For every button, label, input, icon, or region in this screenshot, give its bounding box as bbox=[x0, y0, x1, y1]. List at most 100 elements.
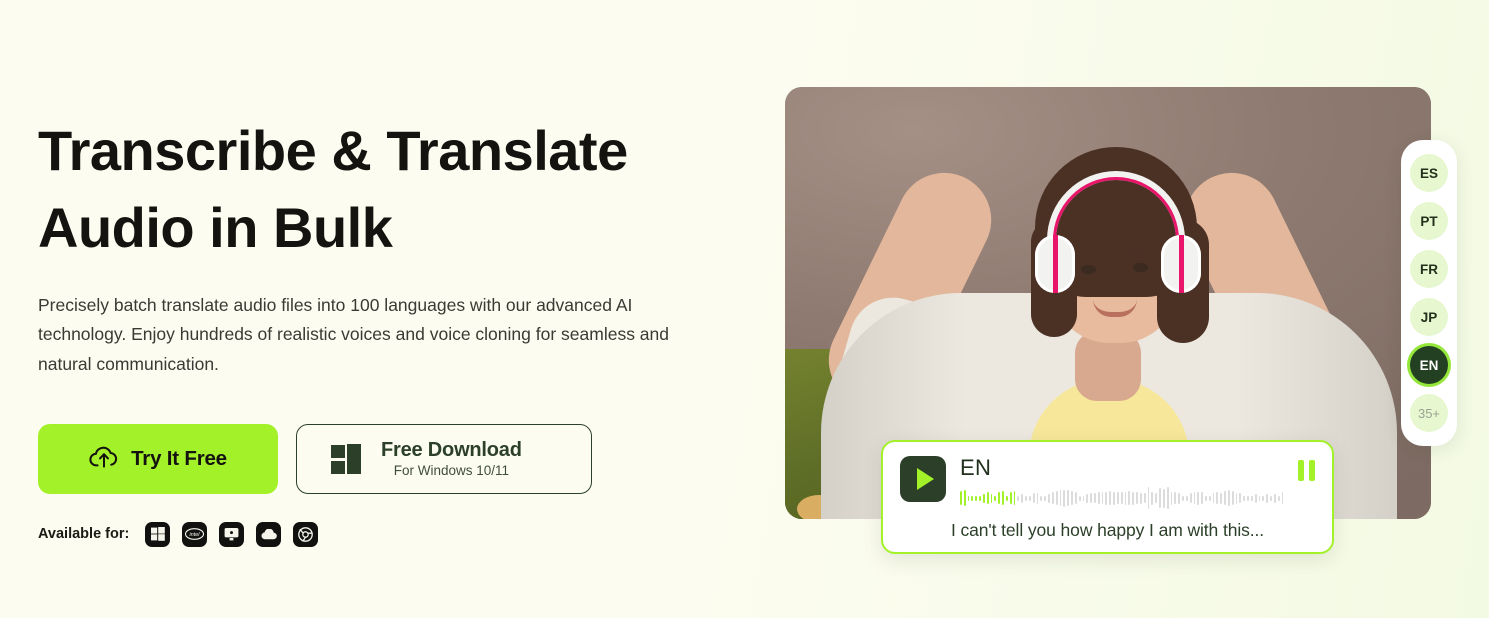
waveform-bar bbox=[1067, 490, 1070, 507]
waveform-bar bbox=[1235, 492, 1238, 504]
language-selector-panel: ES PT FR JP EN 35+ bbox=[1401, 140, 1457, 446]
free-download-sublabel: For Windows 10/11 bbox=[393, 463, 510, 479]
waveform-bar bbox=[1174, 492, 1177, 505]
waveform-bar bbox=[1250, 495, 1253, 501]
waveform-bar bbox=[1170, 491, 1173, 505]
waveform-bar bbox=[1040, 495, 1043, 501]
waveform-bar bbox=[1243, 495, 1246, 501]
waveform-bar bbox=[1151, 491, 1154, 505]
waveform-bar bbox=[1270, 495, 1272, 501]
try-it-free-button[interactable]: Try It Free bbox=[38, 423, 278, 494]
audio-player-card: EN I can't tell you how happy I am with … bbox=[881, 440, 1334, 554]
waveform-bar bbox=[1082, 495, 1085, 501]
waveform-bar bbox=[1090, 493, 1092, 504]
waveform-bar bbox=[975, 495, 978, 501]
waveform-bar bbox=[1009, 492, 1012, 505]
waveform-bar bbox=[1136, 492, 1138, 505]
player-top-row: EN bbox=[900, 455, 1315, 510]
page-title: Transcribe & Translate Audio in Bulk bbox=[38, 112, 738, 267]
waveform-bar bbox=[1220, 492, 1223, 504]
waveform-bar bbox=[982, 493, 985, 503]
waveform-bar bbox=[1120, 492, 1123, 505]
waveform-bar bbox=[1281, 492, 1284, 505]
waveform-bar bbox=[1258, 495, 1261, 501]
waveform-bar bbox=[1025, 495, 1027, 501]
waveform-bar bbox=[1155, 493, 1158, 504]
language-chip-es[interactable]: ES bbox=[1410, 154, 1448, 192]
waveform-bar bbox=[1105, 491, 1108, 505]
waveform-bar bbox=[1101, 492, 1104, 505]
intel-icon[interactable]: intel bbox=[182, 521, 208, 547]
waveform-bar bbox=[1124, 491, 1127, 505]
language-chip-fr[interactable]: FR bbox=[1410, 250, 1448, 288]
waveform-bar bbox=[1021, 493, 1024, 503]
waveform-bar bbox=[1193, 492, 1196, 505]
player-language-label: EN bbox=[960, 455, 992, 480]
waveform-bar bbox=[1005, 495, 1008, 501]
waveform-bar bbox=[1044, 495, 1047, 501]
waveform-bar bbox=[990, 493, 993, 503]
chrome-icon[interactable] bbox=[293, 521, 319, 547]
waveform-bar bbox=[1097, 492, 1100, 505]
waveform-bar bbox=[1227, 490, 1230, 507]
svg-text:intel: intel bbox=[190, 532, 201, 538]
waveform-bar bbox=[1239, 493, 1242, 504]
free-download-label: Free Download bbox=[381, 439, 522, 462]
waveform-bar bbox=[1028, 495, 1031, 501]
waveform-bar bbox=[1109, 491, 1112, 506]
waveform-bar bbox=[1216, 492, 1219, 505]
waveform-bar bbox=[1063, 489, 1066, 507]
waveform-bar bbox=[1224, 491, 1226, 506]
free-download-button[interactable]: Free Download For Windows 10/11 bbox=[296, 423, 592, 494]
waveform-bar bbox=[1201, 492, 1203, 505]
waveform-bar bbox=[1178, 492, 1181, 504]
waveform-bar bbox=[1128, 491, 1131, 506]
player-main: EN bbox=[960, 455, 1284, 510]
pause-button[interactable] bbox=[1298, 460, 1315, 481]
waveform-bar bbox=[1036, 492, 1039, 504]
pause-icon-bar-left bbox=[1298, 460, 1304, 481]
hero-text-column: Transcribe & Translate Audio in Bulk Pre… bbox=[38, 112, 738, 547]
language-chip-en[interactable]: EN bbox=[1410, 346, 1448, 384]
waveform-bar bbox=[1113, 491, 1115, 505]
monitor-icon[interactable] bbox=[219, 521, 245, 547]
waveform-bar bbox=[1162, 488, 1165, 508]
language-chip-35plus[interactable]: 35+ bbox=[1410, 394, 1448, 432]
waveform-bar bbox=[963, 490, 966, 507]
waveform-bar bbox=[1139, 492, 1142, 504]
waveform-bar bbox=[967, 495, 970, 501]
play-button[interactable] bbox=[900, 456, 946, 502]
headline-line-1: Transcribe & Translate bbox=[38, 119, 628, 182]
waveform[interactable] bbox=[960, 487, 1284, 510]
waveform-bar bbox=[1147, 487, 1150, 510]
waveform-bar bbox=[1212, 493, 1215, 504]
waveform-bar bbox=[1182, 495, 1184, 501]
waveform-bar bbox=[1254, 493, 1257, 503]
waveform-bar bbox=[979, 495, 981, 501]
waveform-bar bbox=[1071, 491, 1073, 506]
hero-subtext: Precisely batch translate audio files in… bbox=[38, 294, 669, 375]
waveform-bar bbox=[1051, 492, 1054, 505]
cloud-icon[interactable] bbox=[256, 521, 282, 547]
language-chip-pt[interactable]: PT bbox=[1410, 202, 1448, 240]
waveform-bar bbox=[1086, 493, 1089, 503]
waveform-bar bbox=[1205, 495, 1207, 501]
waveform-bar bbox=[1197, 491, 1200, 505]
waveform-bar bbox=[1048, 493, 1050, 503]
waveform-bar bbox=[1074, 492, 1077, 505]
free-download-text: Free Download For Windows 10/11 bbox=[381, 439, 522, 478]
waveform-bar bbox=[1231, 491, 1234, 506]
waveform-bar bbox=[1166, 487, 1169, 510]
waveform-bar bbox=[1013, 491, 1016, 506]
waveform-bar bbox=[971, 495, 974, 501]
cloud-upload-icon bbox=[89, 444, 119, 473]
waveform-bar bbox=[1059, 490, 1062, 507]
language-chip-jp[interactable]: JP bbox=[1410, 298, 1448, 336]
windows-icon[interactable] bbox=[145, 521, 171, 547]
available-for-row: Available for: intel bbox=[38, 521, 738, 547]
waveform-bar bbox=[994, 495, 997, 501]
waveform-bar bbox=[1185, 495, 1188, 501]
waveform-bar bbox=[1017, 495, 1020, 501]
waveform-bar bbox=[1159, 488, 1161, 509]
waveform-bar bbox=[1132, 491, 1135, 505]
